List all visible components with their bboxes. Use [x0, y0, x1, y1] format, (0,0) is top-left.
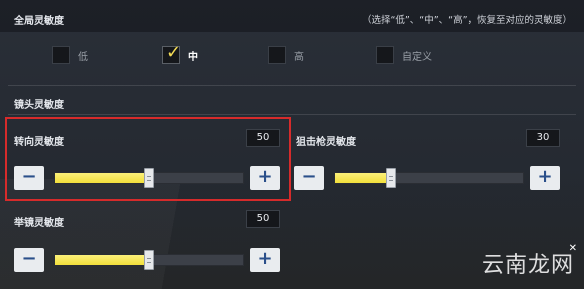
option-medium-label: 中 — [188, 51, 198, 63]
camera-sensitivity-title: 镜头灵敏度 — [14, 100, 64, 111]
checkbox-high[interactable] — [268, 46, 286, 64]
scope-sensitivity-label: 举镜灵敏度 — [14, 218, 64, 229]
option-medium[interactable]: ✓ 中 — [162, 42, 198, 64]
checkbox-custom[interactable] — [376, 46, 394, 64]
option-custom[interactable]: 自定义 — [376, 46, 432, 64]
checkbox-low[interactable] — [52, 46, 70, 64]
check-icon: ✓ — [166, 42, 182, 63]
slider-fill — [335, 173, 392, 183]
preset-hint: （选择“低”、“中”、“高”，恢复至对应的灵敏度） — [361, 15, 572, 26]
checkbox-medium[interactable]: ✓ — [162, 42, 182, 64]
sniper-sensitivity-increase-button[interactable]: + — [530, 166, 560, 190]
global-sensitivity-title: 全局灵敏度 — [14, 16, 64, 27]
option-custom-label: 自定义 — [402, 51, 432, 63]
option-low[interactable]: 低 — [52, 46, 88, 64]
option-low-label: 低 — [78, 51, 88, 63]
scope-sensitivity-value[interactable]: 50 — [246, 210, 280, 228]
sniper-sensitivity-value[interactable]: 30 — [526, 129, 560, 147]
scope-sensitivity-decrease-button[interactable]: − — [14, 248, 44, 272]
section-divider — [8, 114, 576, 115]
sniper-sensitivity-label: 狙击枪灵敏度 — [296, 137, 356, 148]
scope-sensitivity-increase-button[interactable]: + — [250, 248, 280, 272]
section-divider — [8, 85, 576, 86]
preset-options: 低 ✓ 中 高 自定义 — [0, 38, 584, 78]
slider-fill — [55, 255, 149, 265]
sniper-sensitivity-slider[interactable] — [334, 168, 524, 188]
sniper-sensitivity-decrease-button[interactable]: − — [294, 166, 324, 190]
watermark-logo: 云南龙网 ✕ — [481, 243, 578, 278]
highlight-box — [5, 117, 291, 201]
scope-sensitivity-slider[interactable] — [54, 250, 244, 270]
option-high-label: 高 — [294, 51, 304, 63]
slider-thumb[interactable] — [144, 250, 154, 270]
option-high[interactable]: 高 — [268, 46, 304, 64]
slider-thumb[interactable] — [386, 168, 397, 188]
